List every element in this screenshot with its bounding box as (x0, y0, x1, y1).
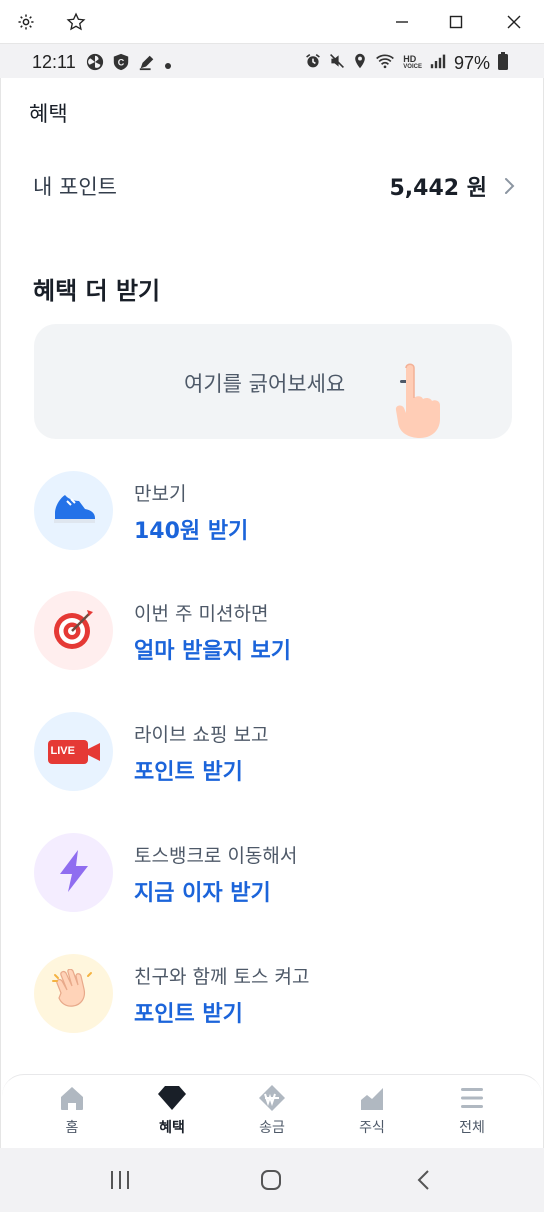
dot-icon (164, 55, 172, 74)
list-item-invite-friends[interactable]: 친구와 함께 토스 켜고 포인트 받기 (34, 954, 514, 1034)
diamond-icon (157, 1083, 187, 1113)
list-item-weekly-mission[interactable]: 이번 주 미션하면 얼마 받을지 보기 (34, 591, 514, 671)
status-bar: 12:11 C HD VOICE 97% (0, 44, 544, 78)
battery-text: 97% (453, 52, 490, 73)
item-cta[interactable]: 140원 받기 (134, 513, 248, 545)
item-cta[interactable]: 포인트 받기 (134, 754, 243, 786)
back-icon[interactable] (410, 1166, 438, 1194)
item-icon-bg (34, 471, 113, 550)
menu-icon (457, 1083, 487, 1113)
bottom-navigation: 홈 혜택 송금 주식 전체 (2, 1074, 542, 1148)
star-icon[interactable] (64, 10, 88, 34)
status-time: 12:11 (32, 52, 76, 72)
home-icon (57, 1083, 87, 1113)
item-cta[interactable]: 지금 이자 받기 (134, 875, 271, 907)
maximize-icon[interactable] (444, 10, 468, 34)
item-icon-bg (34, 833, 113, 912)
page-title: 혜택 (29, 102, 68, 126)
item-icon-bg (34, 954, 113, 1033)
recents-icon[interactable] (106, 1166, 134, 1194)
lightning-icon (57, 849, 91, 897)
list-item-live-shopping[interactable]: LIVE 라이브 쇼핑 보고 포인트 받기 (34, 712, 514, 792)
nav-all[interactable]: 전체 (432, 1083, 512, 1143)
chevron-right-icon (503, 174, 517, 198)
item-subtitle: 친구와 함께 토스 켜고 (134, 966, 310, 988)
item-cta[interactable]: 얼마 받을지 보기 (134, 633, 291, 665)
shoe-icon (51, 491, 97, 531)
benefits-screen: 혜택 내 포인트 5,442 원 혜택 더 받기 여기를 긁어보세요 만보기 1… (0, 78, 544, 1148)
fan-icon (86, 53, 104, 75)
hd-voice-icon: HD VOICE (403, 55, 422, 71)
my-points-row[interactable]: 내 포인트 5,442 원 (33, 164, 517, 208)
nav-label: 주식 (359, 1120, 385, 1136)
nav-label: 송금 (259, 1120, 285, 1136)
pen-icon (138, 53, 156, 75)
live-label: LIVE (50, 744, 75, 757)
nav-transfer[interactable]: 송금 (232, 1083, 312, 1143)
wifi-icon (375, 53, 395, 73)
nav-label: 전체 (459, 1120, 485, 1136)
section-title: 혜택 더 받기 (33, 277, 161, 305)
nav-label: 홈 (65, 1120, 79, 1136)
live-camera-icon: LIVE (47, 739, 100, 764)
item-cta[interactable]: 포인트 받기 (134, 996, 243, 1028)
chart-icon (357, 1083, 387, 1113)
battery-icon (498, 52, 508, 74)
item-subtitle: 이번 주 미션하면 (134, 603, 269, 625)
mute-icon (329, 53, 345, 73)
target-icon (51, 606, 97, 656)
nav-benefits[interactable]: 혜택 (132, 1083, 212, 1143)
location-icon (353, 53, 367, 73)
list-item-pedometer[interactable]: 만보기 140원 받기 (34, 471, 514, 551)
waving-hand-icon (51, 968, 97, 1019)
voice-text: VOICE (403, 64, 422, 70)
nav-stocks[interactable]: 주식 (332, 1083, 412, 1143)
window-title-bar (0, 0, 544, 44)
item-subtitle: 라이브 쇼핑 보고 (134, 724, 269, 746)
nav-label: 혜택 (159, 1120, 185, 1136)
nav-home[interactable]: 홈 (32, 1083, 112, 1143)
c-circle-icon: C (112, 53, 130, 75)
points-label: 내 포인트 (33, 175, 117, 199)
item-subtitle: 만보기 (134, 483, 187, 505)
alarm-icon (305, 53, 321, 73)
item-subtitle: 토스뱅크로 이동해서 (134, 845, 298, 867)
svg-text:C: C (118, 58, 125, 68)
item-icon-bg (34, 591, 113, 670)
close-icon[interactable] (502, 10, 526, 34)
gear-icon[interactable] (14, 10, 38, 34)
points-value: 5,442 원 (389, 176, 488, 201)
scratch-prompt: 여기를 긁어보세요 (184, 372, 346, 396)
system-navigation-bar (0, 1148, 544, 1212)
minimize-icon[interactable] (390, 10, 414, 34)
signal-icon (430, 53, 446, 73)
list-item-toss-bank[interactable]: 토스뱅크로 이동해서 지금 이자 받기 (34, 833, 514, 913)
home-circle-icon[interactable] (257, 1166, 285, 1194)
item-icon-bg: LIVE (34, 712, 113, 791)
pointing-hand-icon (392, 360, 448, 439)
won-icon (257, 1083, 287, 1113)
hd-text: HD (403, 54, 417, 64)
scratch-card[interactable]: 여기를 긁어보세요 (34, 324, 512, 439)
